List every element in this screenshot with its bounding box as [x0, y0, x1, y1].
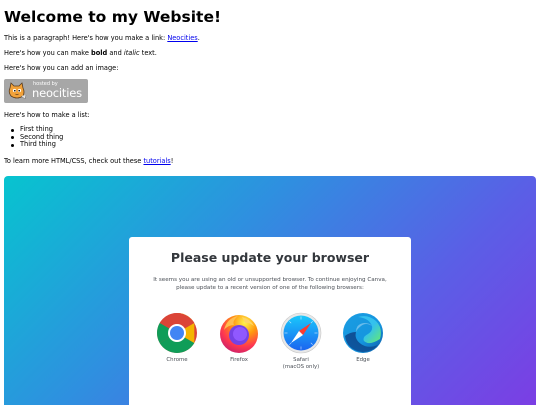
- paragraph-tutorials: To learn more HTML/CSS, check out these …: [4, 157, 173, 166]
- formatting-text-before: Here's how you can make: [4, 49, 92, 57]
- browser-option-safari[interactable]: Safari (macOS only): [275, 312, 327, 371]
- browser-label-chrome: Chrome: [166, 357, 188, 363]
- neocities-link[interactable]: Neocities: [167, 34, 197, 42]
- tutorials-text-after: !: [170, 157, 174, 165]
- browser-option-firefox[interactable]: Firefox: [213, 312, 265, 364]
- message-line-1: It seems you are using an old or unsuppo…: [153, 277, 387, 283]
- formatting-text-after: text.: [139, 49, 157, 57]
- bullet-list: First thing Second thing Third thing: [10, 125, 63, 149]
- update-browser-title: Please update your browser: [170, 250, 370, 265]
- tutorials-text-before: To learn more HTML/CSS, check out these: [4, 157, 144, 165]
- safari-icon: [280, 312, 322, 354]
- paragraph-list: Here's how to make a list:: [4, 111, 90, 119]
- page-heading: Welcome to my Website!: [4, 8, 222, 26]
- paragraph-formatting: Here's how you can make bold and italic …: [4, 49, 157, 58]
- italic-text: italic: [123, 49, 140, 57]
- paragraph-text: This is a paragraph! Here's how you make…: [4, 34, 168, 42]
- update-browser-message: It seems you are using an old or unsuppo…: [129, 276, 411, 292]
- browser-option-chrome[interactable]: Chrome: [151, 312, 203, 364]
- neocities-cat-icon: [6, 80, 28, 102]
- neocities-badge[interactable]: hosted by neocities: [4, 79, 88, 103]
- formatting-text-and: and: [107, 49, 124, 57]
- browser-label-safari: Safari (macOS only): [282, 357, 320, 370]
- list-item: Third thing: [10, 140, 63, 149]
- badge-brand: neocities: [32, 86, 82, 100]
- firefox-icon: [220, 315, 258, 353]
- chrome-icon: [157, 313, 197, 353]
- update-browser-card: Please update your browser It seems you …: [129, 237, 411, 405]
- paragraph-image: Here's how you can add an image:: [4, 64, 119, 72]
- browser-label-edge: Edge: [356, 357, 370, 363]
- bold-text: bold: [91, 49, 108, 57]
- edge-icon: [343, 313, 383, 353]
- paragraph-link: This is a paragraph! Here's how you make…: [4, 34, 200, 43]
- browser-option-edge[interactable]: Edge: [337, 312, 389, 364]
- paragraph-period: .: [197, 34, 200, 42]
- tutorials-link[interactable]: tutorials: [143, 157, 170, 165]
- browser-label-firefox: Firefox: [230, 357, 248, 363]
- canva-embed: Please update your browser It seems you …: [4, 176, 536, 405]
- message-line-2: please update to a recent version of one…: [176, 285, 364, 291]
